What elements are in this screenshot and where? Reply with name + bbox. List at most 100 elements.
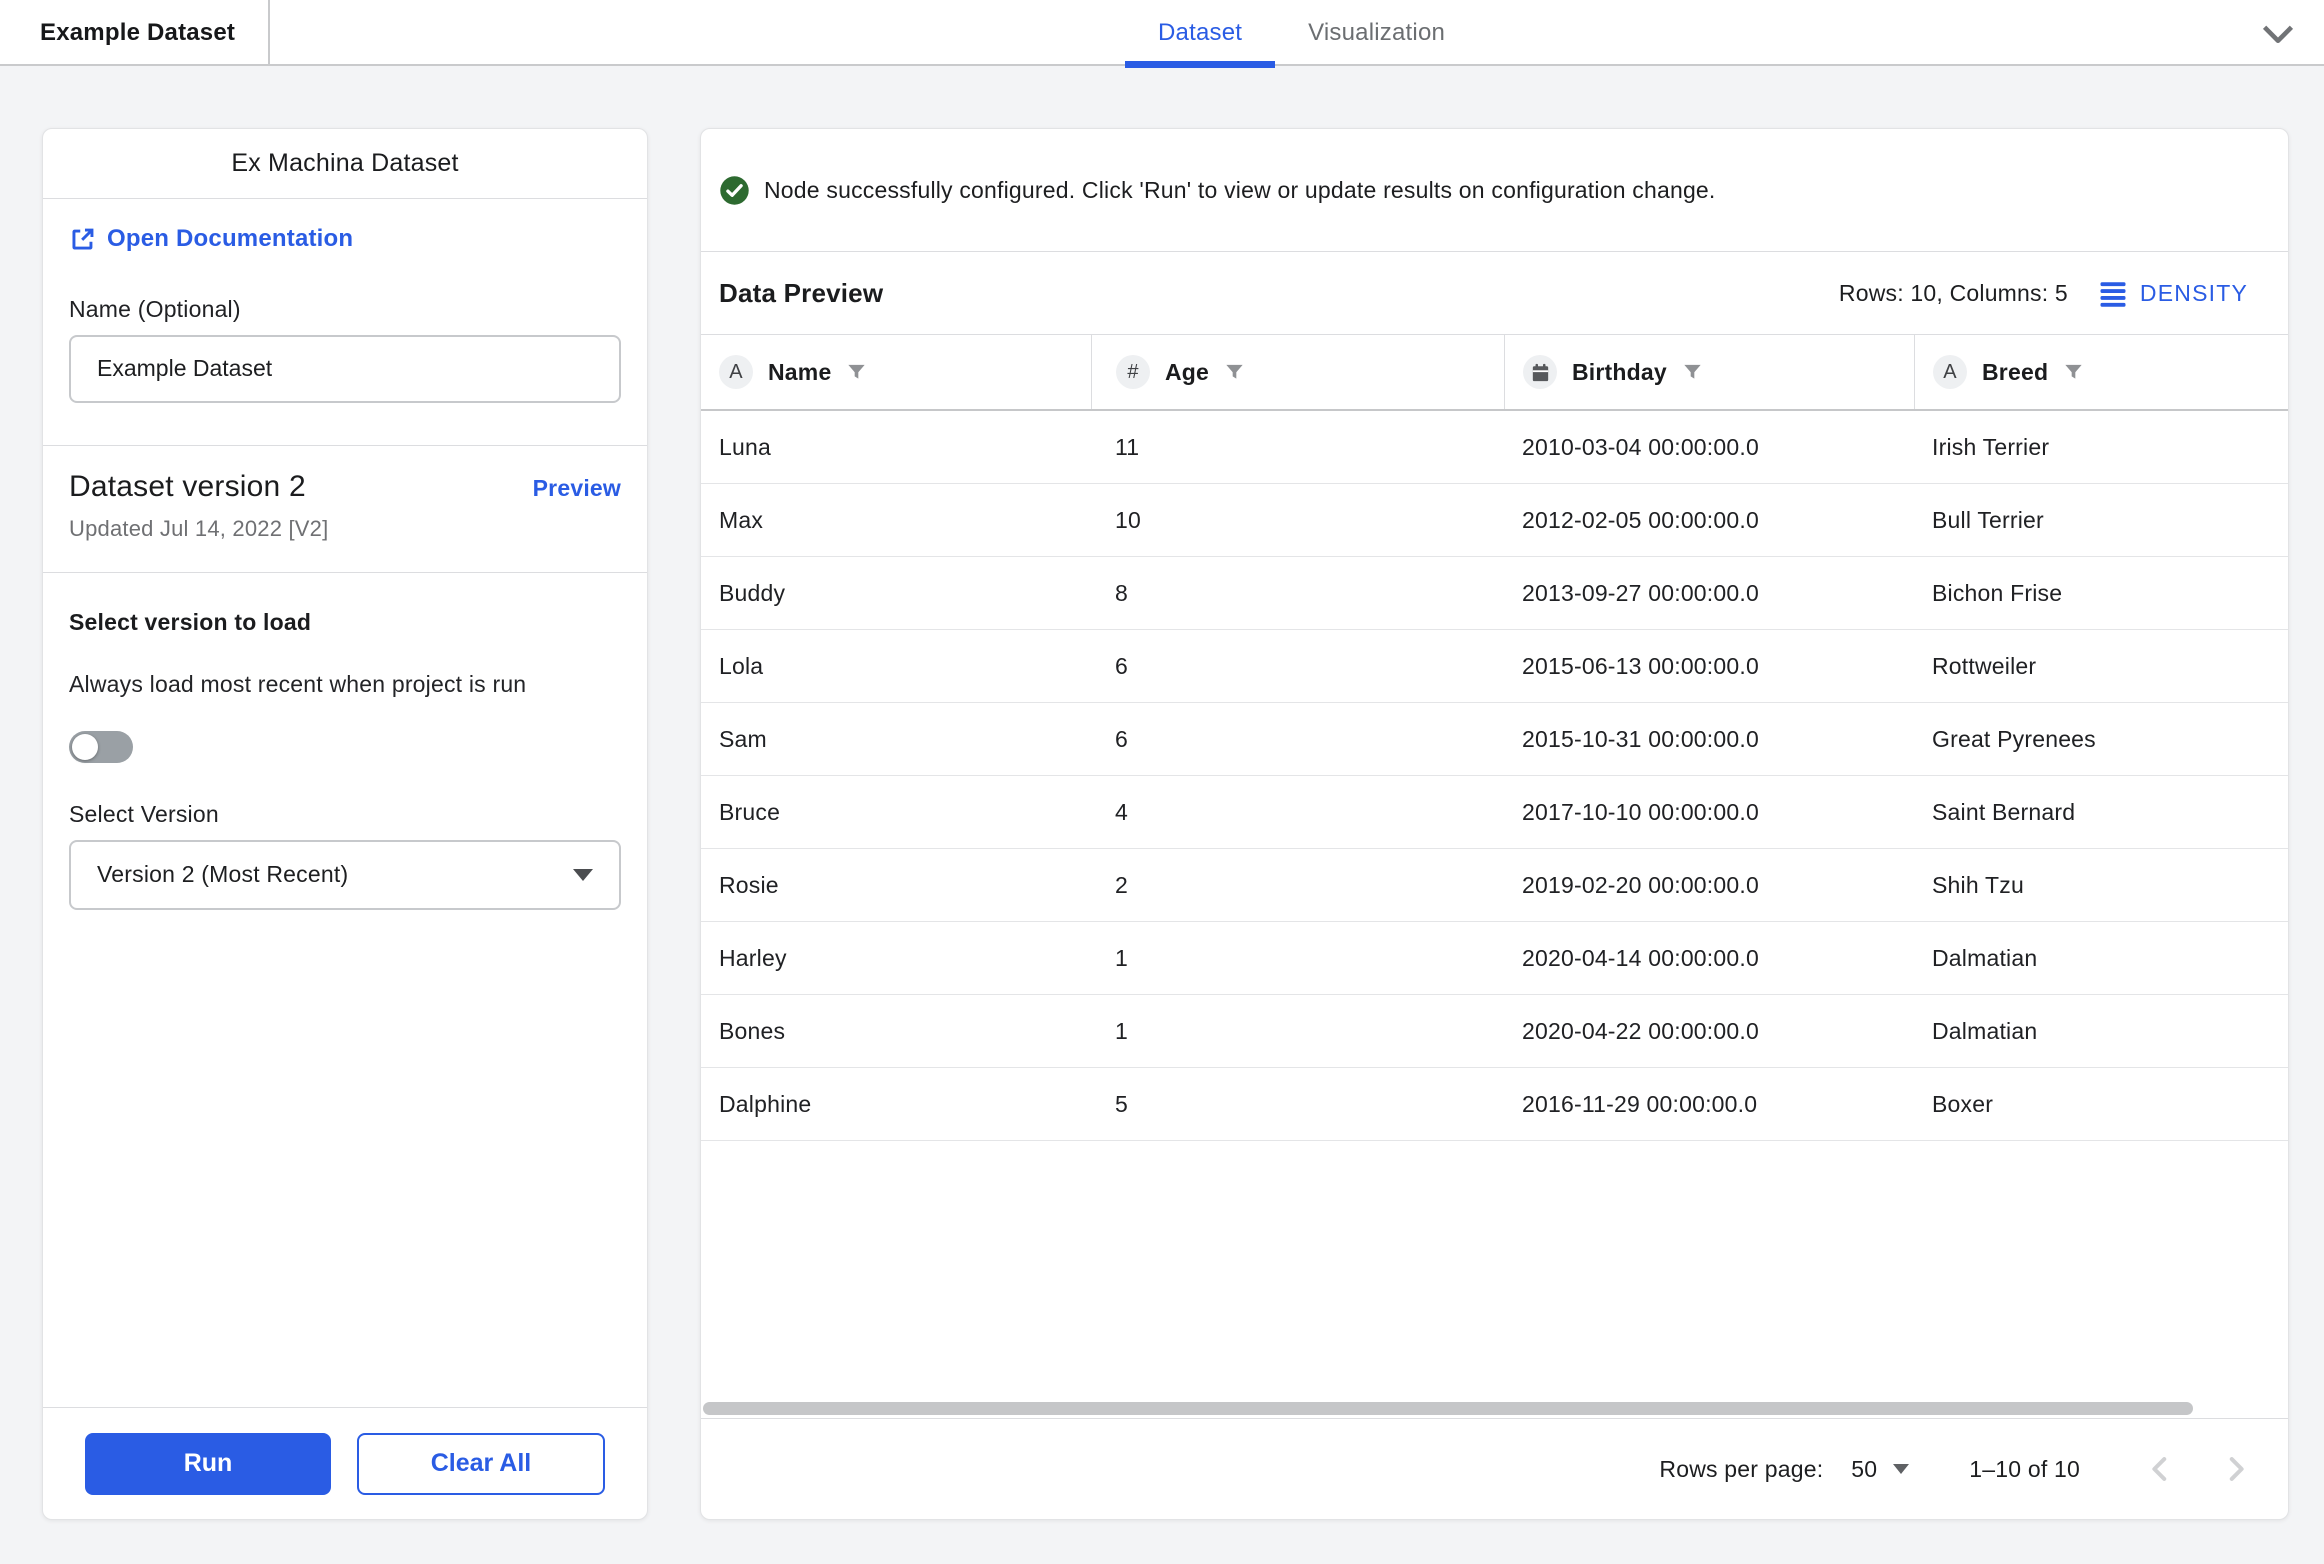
tab-visualization[interactable]: Visualization — [1275, 0, 1478, 66]
table-cell: 2020-04-14 00:00:00.0 — [1504, 922, 1914, 994]
column-header-breed[interactable]: A Breed — [1914, 335, 2288, 409]
load-section-heading: Select version to load — [69, 609, 621, 636]
doc-link-label: Open Documentation — [107, 225, 353, 253]
table-cell: Lola — [701, 630, 1091, 702]
always-load-toggle[interactable] — [69, 731, 133, 763]
open-documentation-link[interactable]: Open Documentation — [69, 225, 353, 253]
table-cell: 5 — [1091, 1068, 1504, 1140]
version-select[interactable]: Version 2 (Most Recent) — [69, 840, 621, 910]
table-cell: 2015-10-31 00:00:00.0 — [1504, 703, 1914, 775]
pagination-range: 1–10 of 10 — [1969, 1456, 2080, 1483]
select-version-section: Select version to load Always load most … — [43, 572, 647, 910]
panel-footer: Run Clear All — [43, 1407, 647, 1519]
dataset-version-section: Dataset version 2 Preview Updated Jul 14… — [43, 445, 647, 572]
data-preview-toolbar: Data Preview Rows: 10, Columns: 5 DENSIT… — [701, 251, 2288, 335]
select-version-label: Select Version — [69, 801, 621, 828]
rows-per-page-caret-icon — [1893, 1464, 1909, 1474]
name-input[interactable] — [69, 335, 621, 403]
table-cell: 2013-09-27 00:00:00.0 — [1504, 557, 1914, 629]
calendar-type-icon — [1523, 355, 1557, 389]
dataset-version-title: Dataset version 2 — [69, 470, 306, 504]
rows-per-page-select[interactable]: 50 — [1851, 1456, 1909, 1483]
results-panel: Node successfully configured. Click 'Run… — [700, 128, 2289, 1520]
table-cell: Shih Tzu — [1914, 849, 2288, 921]
column-label: Birthday — [1572, 359, 1667, 386]
preview-link[interactable]: Preview — [533, 475, 621, 502]
density-control[interactable]: DENSITY — [2098, 278, 2248, 308]
success-check-icon — [719, 175, 750, 206]
text-type-icon: A — [1933, 355, 1967, 389]
version-updated-text: Updated Jul 14, 2022 [V2] — [69, 516, 621, 542]
table-cell: Buddy — [701, 557, 1091, 629]
table-cell: 10 — [1091, 484, 1504, 556]
data-preview-title: Data Preview — [719, 278, 883, 309]
column-header-age[interactable]: # Age — [1091, 335, 1504, 409]
window-title-tab[interactable]: Example Dataset — [40, 0, 235, 66]
table-cell: Harley — [701, 922, 1091, 994]
density-lines-icon — [2098, 278, 2128, 308]
run-button[interactable]: Run — [85, 1433, 331, 1495]
next-page-button[interactable] — [2214, 1447, 2258, 1491]
table-cell: Bones — [701, 995, 1091, 1067]
table-cell: 2010-03-04 00:00:00.0 — [1504, 411, 1914, 483]
external-link-icon — [69, 226, 96, 253]
table-cell: Max — [701, 484, 1091, 556]
table-cell: Bichon Frise — [1914, 557, 2288, 629]
table-row: Buddy82013-09-27 00:00:00.0Bichon Frise — [701, 557, 2288, 630]
table-cell: Saint Bernard — [1914, 776, 2288, 848]
number-type-icon: # — [1116, 355, 1150, 389]
table-cell: Great Pyrenees — [1914, 703, 2288, 775]
table-cell: 2017-10-10 00:00:00.0 — [1504, 776, 1914, 848]
table-row: Bones12020-04-22 00:00:00.0Dalmatian — [701, 995, 2288, 1068]
table-row: Dalphine52016-11-29 00:00:00.0Boxer — [701, 1068, 2288, 1141]
chevron-down-icon[interactable] — [2254, 10, 2302, 58]
table-row: Rosie22019-02-20 00:00:00.0Shih Tzu — [701, 849, 2288, 922]
status-message: Node successfully configured. Click 'Run… — [764, 177, 1716, 204]
table-row: Harley12020-04-14 00:00:00.0Dalmatian — [701, 922, 2288, 995]
table-cell: Dalmatian — [1914, 922, 2288, 994]
table-cell: 6 — [1091, 703, 1504, 775]
table-cell: Bull Terrier — [1914, 484, 2288, 556]
filter-icon[interactable] — [1681, 361, 1704, 384]
column-label: Breed — [1982, 359, 2048, 386]
table-cell: 1 — [1091, 922, 1504, 994]
table-cell: 2016-11-29 00:00:00.0 — [1504, 1068, 1914, 1140]
horizontal-scrollbar-thumb[interactable] — [703, 1402, 2193, 1415]
rows-per-page-value: 50 — [1851, 1456, 1877, 1483]
table-body: Luna112010-03-04 00:00:00.0Irish Terrier… — [701, 411, 2288, 1141]
column-header-birthday[interactable]: Birthday — [1504, 335, 1914, 409]
table-cell: 11 — [1091, 411, 1504, 483]
table-cell: 2015-06-13 00:00:00.0 — [1504, 630, 1914, 702]
topbar-divider — [268, 0, 270, 66]
column-label: Name — [768, 359, 831, 386]
version-select-value: Version 2 (Most Recent) — [97, 861, 348, 888]
previous-page-button[interactable] — [2138, 1447, 2182, 1491]
dropdown-caret-icon — [573, 869, 593, 881]
always-load-label: Always load most recent when project is … — [69, 666, 569, 703]
tab-dataset[interactable]: Dataset — [1125, 0, 1275, 66]
filter-icon[interactable] — [1223, 361, 1246, 384]
table-cell: 2012-02-05 00:00:00.0 — [1504, 484, 1914, 556]
table-row: Bruce42017-10-10 00:00:00.0Saint Bernard — [701, 776, 2288, 849]
density-label: DENSITY — [2140, 280, 2248, 307]
table-cell: Bruce — [701, 776, 1091, 848]
main-tabs: Dataset Visualization — [1125, 0, 1478, 66]
table-cell: 2020-04-22 00:00:00.0 — [1504, 995, 1914, 1067]
table-cell: Sam — [701, 703, 1091, 775]
table-cell: 2019-02-20 00:00:00.0 — [1504, 849, 1914, 921]
column-header-name[interactable]: AName — [701, 335, 1091, 409]
column-label: Age — [1165, 359, 1209, 386]
table-cell: Rottweiler — [1914, 630, 2288, 702]
table-cell: Dalmatian — [1914, 995, 2288, 1067]
table-row: Luna112010-03-04 00:00:00.0Irish Terrier — [701, 411, 2288, 484]
table-cell: 2 — [1091, 849, 1504, 921]
table-cell: 4 — [1091, 776, 1504, 848]
top-bar: Example Dataset Dataset Visualization — [0, 0, 2324, 66]
filter-icon[interactable] — [845, 361, 868, 384]
clear-all-button[interactable]: Clear All — [357, 1433, 605, 1495]
table-row: Max102012-02-05 00:00:00.0Bull Terrier — [701, 484, 2288, 557]
table-cell: Dalphine — [701, 1068, 1091, 1140]
filter-icon[interactable] — [2062, 361, 2085, 384]
table-cell: 6 — [1091, 630, 1504, 702]
table-cell: Irish Terrier — [1914, 411, 2288, 483]
